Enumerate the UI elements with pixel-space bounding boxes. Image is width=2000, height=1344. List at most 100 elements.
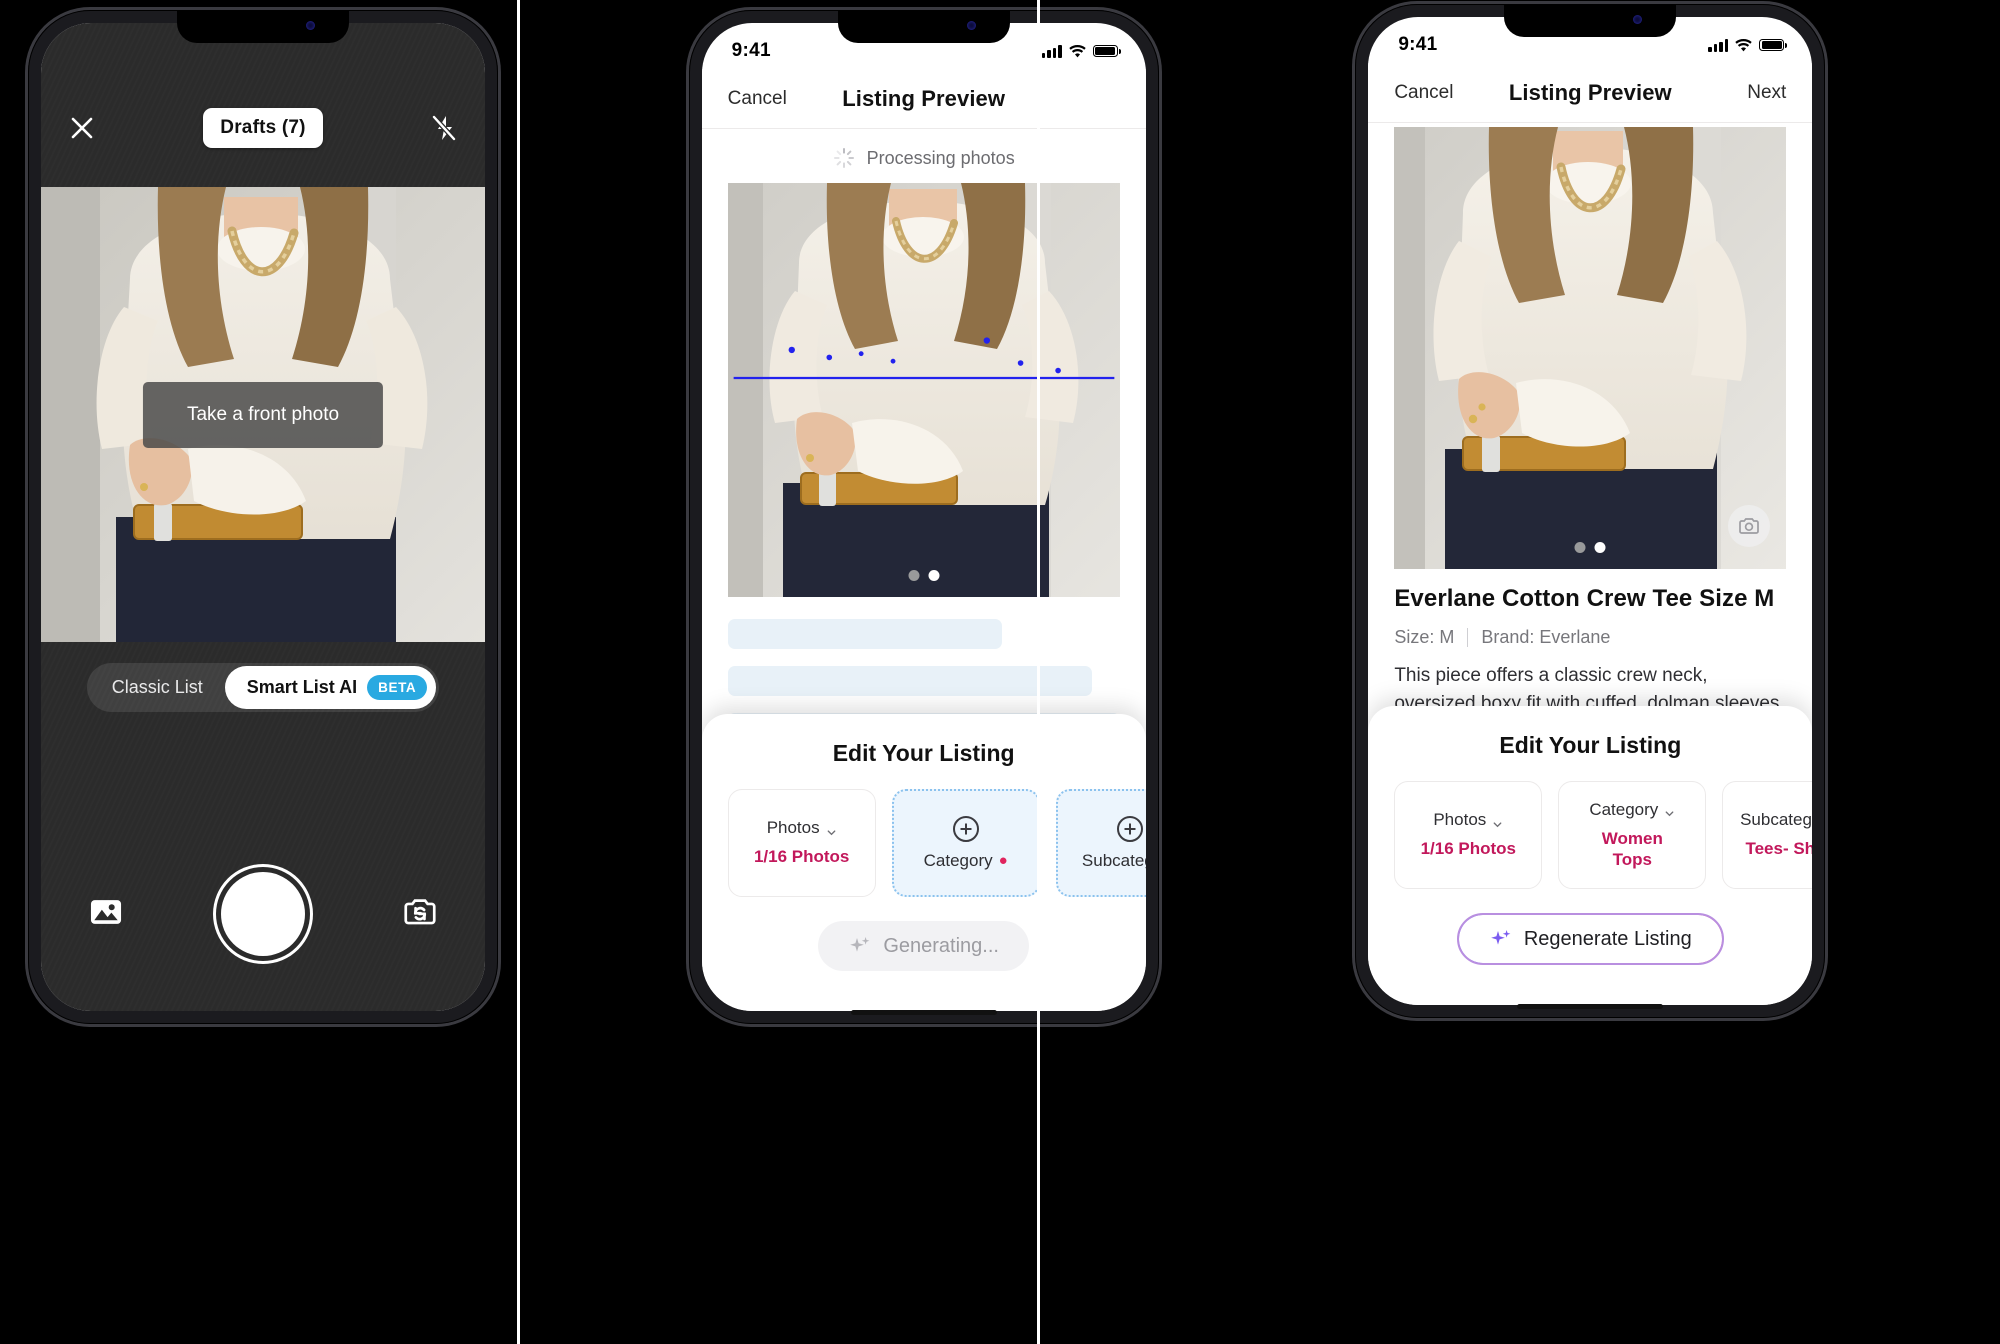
phone-screen-3: 9:41 Cancel Listing Preview Next Everlan…: [1368, 17, 1813, 1005]
attribute-chip-row[interactable]: Photos 1/16 Photos Category Women Tops S…: [1368, 781, 1813, 889]
chip-photos[interactable]: Photos 1/16 Photos: [1394, 781, 1543, 889]
chevron-down-icon: [826, 823, 837, 835]
home-indicator: [1517, 1004, 1664, 1009]
chip-subcategory-text: Subcategory: [1740, 810, 1812, 830]
generating-button: Generating...: [818, 921, 1029, 971]
front-camera-dot: [306, 21, 315, 30]
three-phone-mockup: Take a front photo Drafts (7) Classic Li…: [0, 0, 2000, 1344]
chevron-down-icon: [1664, 804, 1675, 817]
chip-photos-value: 1/16 Photos: [1420, 839, 1517, 859]
chevron-down-icon: [1492, 815, 1503, 827]
camera-controls: [41, 859, 485, 969]
generating-label: Generating...: [883, 934, 999, 957]
status-time: 9:41: [731, 40, 771, 61]
listing-title: Everlane Cotton Crew Tee Size M: [1394, 585, 1775, 612]
chip-category-value: Women Tops: [1601, 828, 1663, 869]
chip-subcategory[interactable]: Subcategory: [1055, 789, 1146, 897]
drafts-button[interactable]: Drafts (7): [203, 108, 323, 148]
listing-size: Size: M: [1394, 627, 1455, 647]
phone-notch-2: [837, 10, 1010, 43]
chip-photos-text: Photos: [1433, 810, 1487, 830]
phone-screen-2: 9:41 Cancel Listing Preview Processing p…: [701, 23, 1146, 1011]
status-time: 9:41: [1398, 34, 1438, 55]
sheet-action-row: Generating...: [702, 921, 1146, 971]
list-mode-selector: Classic List Smart List AI BETA: [41, 663, 485, 712]
camera-viewfinder: Take a front photo: [41, 187, 485, 642]
cancel-button[interactable]: Cancel: [1394, 82, 1458, 104]
home-indicator: [850, 1010, 997, 1015]
processing-status: Processing photos: [702, 135, 1146, 181]
battery-icon: [1092, 44, 1121, 58]
close-icon[interactable]: [67, 113, 97, 143]
chip-subcategory[interactable]: Subcategory Tees- Short..: [1722, 781, 1813, 889]
status-icons: [1041, 44, 1121, 58]
wifi-icon: [1735, 38, 1753, 52]
cancel-button[interactable]: Cancel: [728, 88, 792, 110]
mode-option-smart-label: Smart List AI: [246, 677, 358, 697]
attribute-chip-row[interactable]: Photos 1/16 Photos Category ● Subcate: [702, 789, 1146, 897]
camera-hint-pill: Take a front photo: [142, 381, 384, 448]
flash-off-icon[interactable]: [429, 113, 459, 143]
phone-screen-1: Take a front photo Drafts (7) Classic Li…: [41, 23, 485, 1011]
photo-pagination-dots: [1574, 542, 1606, 553]
listing-brand: Brand: Everlane: [1481, 627, 1611, 647]
chip-photos[interactable]: Photos 1/16 Photos: [727, 789, 876, 897]
panel-divider-1: [517, 0, 520, 1344]
phone-frame-3: 9:41 Cancel Listing Preview Next Everlan…: [1355, 4, 1826, 1018]
chip-subcategory-label: Subcategory: [1081, 850, 1146, 870]
wifi-icon: [1068, 44, 1086, 58]
dot-2: [1594, 542, 1606, 553]
chip-category-text: Category: [923, 850, 993, 870]
chip-photos-label: Photos: [1433, 810, 1503, 830]
flip-camera-icon[interactable]: [401, 893, 439, 936]
dot-1: [908, 570, 920, 581]
sheet-title: Edit Your Listing: [1499, 732, 1682, 758]
dot-1: [1574, 542, 1586, 553]
camera-icon[interactable]: [1728, 505, 1771, 547]
chip-category[interactable]: Category ●: [891, 789, 1040, 897]
page-title: Listing Preview: [1508, 79, 1672, 105]
chip-photos-value: 1/16 Photos: [753, 847, 850, 867]
gallery-icon[interactable]: [87, 893, 125, 936]
next-button[interactable]: Next: [1722, 82, 1786, 104]
panel-divider-2: [1037, 0, 1040, 1344]
chip-subcategory-value: Tees- Short..: [1745, 839, 1813, 859]
listing-photo-preview-2[interactable]: [727, 183, 1120, 597]
meta-divider: [1467, 628, 1469, 647]
regenerate-listing-button[interactable]: Regenerate Listing: [1456, 913, 1724, 965]
photo-pagination-dots: [908, 570, 940, 581]
skeleton-line: [727, 619, 1003, 649]
mode-option-classic[interactable]: Classic List: [90, 668, 225, 707]
sparkle-icon: [1489, 927, 1513, 951]
edit-listing-sheet-3: Edit Your Listing Photos 1/16 Photos Cat…: [1368, 706, 1813, 1005]
chip-photos-label: Photos: [767, 818, 837, 838]
sheet-action-row: Regenerate Listing: [1368, 913, 1812, 965]
cellular-signal-icon: [1708, 38, 1729, 52]
nav-bar-2: Cancel Listing Preview: [701, 69, 1146, 129]
phone-frame-1: Take a front photo Drafts (7) Classic Li…: [28, 10, 498, 1024]
chip-category-text: Category: [1589, 799, 1659, 819]
status-icons: [1708, 38, 1788, 52]
panel-preview: 9:41 Cancel Listing Preview Next Everlan…: [1333, 0, 2000, 1344]
chip-subcategory-label: Subcategory: [1740, 810, 1812, 830]
panel-processing: 9:41 Cancel Listing Preview Processing p…: [667, 0, 1334, 1344]
battery-icon: [1759, 38, 1788, 52]
listing-photo-preview-3[interactable]: [1394, 127, 1787, 569]
required-asterisk: ●: [998, 852, 1008, 869]
beta-badge: BETA: [367, 675, 428, 700]
regenerate-listing-label: Regenerate Listing: [1523, 927, 1692, 950]
shutter-button[interactable]: [221, 872, 305, 956]
cellular-signal-icon: [1041, 44, 1062, 58]
phone-frame-2: 9:41 Cancel Listing Preview Processing p…: [688, 10, 1159, 1024]
panel-camera: Take a front photo Drafts (7) Classic Li…: [0, 0, 667, 1344]
chip-category-label: Category: [1589, 800, 1675, 820]
mode-option-smart[interactable]: Smart List AI BETA: [224, 666, 437, 709]
edit-listing-sheet-2: Edit Your Listing Photos 1/16 Photos Cat…: [701, 714, 1146, 1011]
chip-category-label: Category ●: [924, 851, 1008, 871]
chip-category[interactable]: Category Women Tops: [1558, 781, 1707, 889]
plus-circle-icon: [1116, 815, 1143, 842]
nav-bar-3: Cancel Listing Preview Next: [1368, 63, 1813, 123]
mode-segmented-control: Classic List Smart List AI BETA: [86, 663, 440, 712]
phone-notch-3: [1504, 4, 1677, 37]
plus-circle-icon: [952, 815, 979, 842]
